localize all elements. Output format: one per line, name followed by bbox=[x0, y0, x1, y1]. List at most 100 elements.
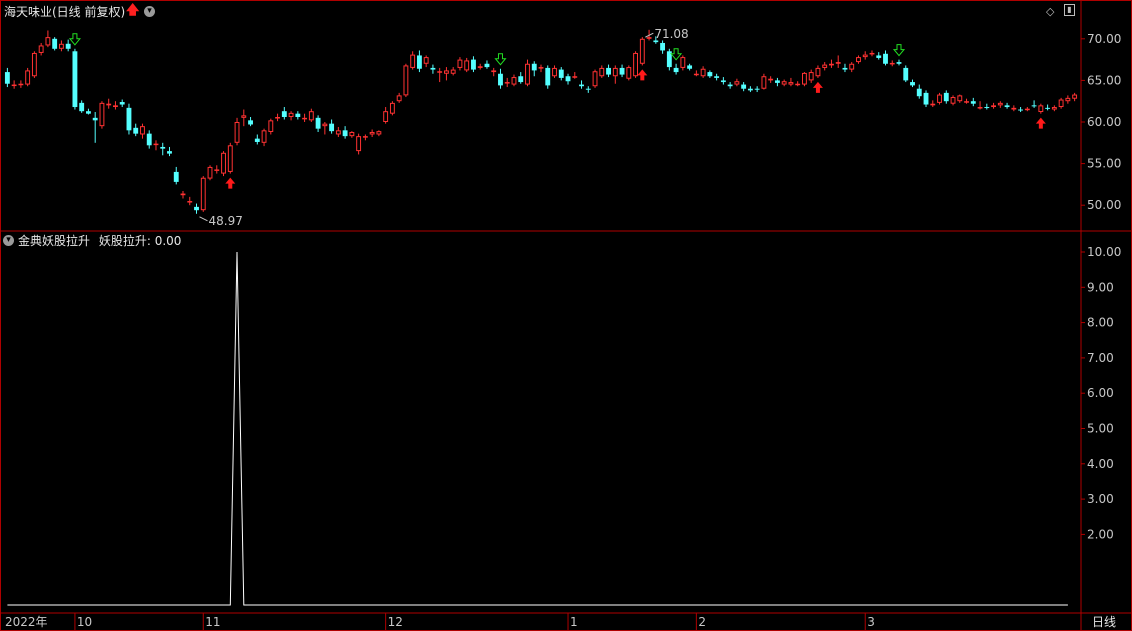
candle-body bbox=[261, 130, 267, 143]
candle-body bbox=[910, 82, 915, 86]
candle-body bbox=[720, 80, 726, 83]
candle-body bbox=[146, 133, 152, 146]
candle-body bbox=[376, 131, 382, 135]
candle-body bbox=[849, 63, 855, 70]
candle-body bbox=[92, 117, 98, 121]
candle-body bbox=[1058, 99, 1064, 108]
candle-body bbox=[950, 97, 956, 104]
candle-body bbox=[504, 82, 510, 84]
maximize-icon[interactable]: ▮ bbox=[1064, 4, 1075, 16]
candle-body bbox=[761, 76, 767, 89]
indicator-name: 金典妖股拉升 bbox=[18, 234, 91, 248]
candle-body bbox=[808, 72, 814, 81]
timeframe-label[interactable]: 日线 bbox=[1092, 613, 1116, 630]
sell-arrow bbox=[670, 48, 683, 61]
candle-body bbox=[227, 145, 233, 172]
candle-body bbox=[700, 68, 706, 77]
red-up-arrow-icon[interactable]: 🡅 bbox=[126, 4, 139, 17]
candle-body bbox=[774, 80, 780, 83]
candle-body bbox=[342, 130, 348, 137]
candle-body bbox=[734, 81, 740, 85]
candle-body bbox=[4, 72, 10, 84]
candle-body bbox=[633, 52, 638, 77]
candle-body bbox=[511, 77, 517, 85]
indicator-tick-label: 5.00 bbox=[1087, 422, 1114, 436]
candle-body bbox=[937, 94, 942, 103]
chevron-down-icon[interactable]: ▾ bbox=[144, 6, 155, 17]
candle-body bbox=[275, 117, 280, 119]
candle-body bbox=[356, 136, 362, 152]
date-tick-label: 11 bbox=[205, 615, 220, 629]
candle-body bbox=[99, 102, 105, 127]
candle-body bbox=[38, 45, 44, 53]
candle-body bbox=[349, 131, 355, 137]
candle-body bbox=[322, 123, 328, 127]
candle-body bbox=[86, 111, 91, 114]
indicator-title: 金典妖股拉升 妖股拉升: 0.00 bbox=[18, 232, 181, 249]
candle-body bbox=[437, 71, 443, 73]
candle-body bbox=[822, 64, 828, 68]
candle-body bbox=[714, 76, 720, 78]
candle-body bbox=[545, 67, 551, 86]
candle-body bbox=[416, 55, 422, 69]
candle-body bbox=[795, 83, 801, 86]
candle-body bbox=[335, 130, 341, 135]
candle-body bbox=[248, 120, 253, 125]
candle-body bbox=[383, 111, 389, 122]
candle-body bbox=[315, 117, 321, 129]
candle-body bbox=[302, 117, 308, 120]
candle-body bbox=[410, 54, 416, 68]
date-axis: 2022年 10 11 12 1 2 3 bbox=[5, 613, 875, 631]
candle-body bbox=[31, 52, 37, 77]
candle-body bbox=[558, 69, 564, 78]
date-tick-label: 2 bbox=[698, 615, 706, 629]
candle-body bbox=[140, 126, 145, 135]
candle-body bbox=[187, 201, 193, 203]
candle-body bbox=[781, 81, 787, 85]
buy-arrow bbox=[225, 177, 236, 189]
indicator-tick-label: 6.00 bbox=[1087, 386, 1114, 400]
indicator-series-line bbox=[7, 251, 1068, 606]
date-tick-label: 1 bbox=[570, 615, 578, 629]
candle-body bbox=[518, 76, 524, 83]
candle-body bbox=[329, 123, 335, 132]
candle-body bbox=[1004, 105, 1010, 108]
candle-body bbox=[619, 67, 625, 75]
candle-body bbox=[862, 54, 868, 58]
candle-body bbox=[167, 151, 172, 154]
candle-body bbox=[883, 53, 888, 64]
candle-body bbox=[45, 37, 51, 46]
candle-body bbox=[565, 76, 571, 82]
candle-body bbox=[450, 69, 456, 74]
candle-body bbox=[464, 60, 470, 71]
candle-body bbox=[1018, 109, 1024, 111]
high-price-label: 71.08 bbox=[654, 27, 688, 41]
candle-body bbox=[815, 67, 821, 77]
candle-body bbox=[592, 71, 598, 87]
low-pointer bbox=[199, 216, 208, 222]
buy-arrow bbox=[812, 81, 823, 93]
date-tick-label: 10 bbox=[77, 615, 92, 629]
candle-body bbox=[579, 84, 584, 87]
candle-body bbox=[896, 62, 902, 64]
chevron-down-icon[interactable]: ▾ bbox=[3, 235, 14, 246]
candle-body bbox=[727, 84, 733, 87]
candle-body bbox=[835, 62, 841, 64]
low-price-label: 48.97 bbox=[209, 214, 243, 228]
diamond-icon[interactable]: ◇ bbox=[1046, 5, 1054, 18]
candle-body bbox=[1024, 108, 1030, 111]
candle-body bbox=[18, 83, 24, 86]
buy-arrow bbox=[637, 69, 648, 81]
candle-body bbox=[876, 55, 882, 58]
candle-body bbox=[930, 103, 936, 106]
candle-body bbox=[281, 111, 287, 118]
candle-body bbox=[639, 38, 645, 64]
candle-body bbox=[829, 63, 834, 66]
indicator-tick-label: 10.00 bbox=[1087, 245, 1121, 259]
candle-body bbox=[308, 111, 314, 121]
candle-body bbox=[788, 82, 794, 85]
candle-body bbox=[254, 138, 260, 142]
stock-chart[interactable]: 50.00 55.00 60.00 65.00 70.00 2.00 3.00 4.00 5.… bbox=[0, 0, 1132, 631]
candle-body bbox=[25, 70, 31, 85]
candle-body bbox=[106, 103, 112, 106]
